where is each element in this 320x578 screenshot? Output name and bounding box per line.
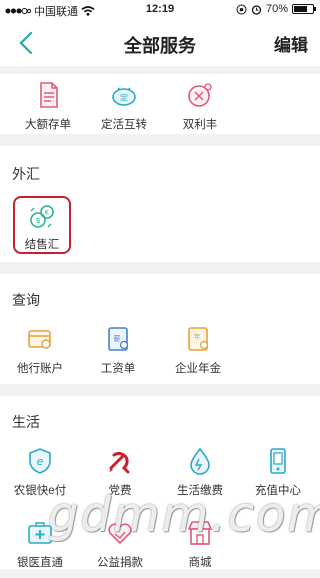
- service-topup-center[interactable]: 充值中心: [238, 440, 318, 506]
- service-payslip[interactable]: 薪 工资单: [78, 318, 158, 384]
- svg-text:€: €: [45, 209, 49, 217]
- service-label: 充值中心: [255, 485, 301, 497]
- svg-text:定: 定: [120, 93, 128, 103]
- service-label: 党费: [108, 485, 132, 497]
- annuity-doc-icon: 年: [188, 327, 209, 351]
- e-pay-shield-icon: e: [29, 448, 51, 474]
- service-label: 生活缴费: [177, 485, 223, 497]
- status-bar: 中国联通 12:19 70%: [0, 0, 320, 20]
- page-title: 全部服务: [124, 36, 196, 56]
- store-icon: [187, 521, 213, 545]
- nav-bar: 全部服务 编辑: [0, 20, 320, 66]
- service-medical-link[interactable]: 银医直通: [0, 512, 80, 578]
- service-party-fee[interactable]: 党费: [80, 440, 160, 506]
- svg-text:年: 年: [194, 332, 201, 341]
- medical-kit-icon: [28, 522, 52, 544]
- edit-button[interactable]: 编辑: [274, 31, 308, 56]
- service-fx-settlement[interactable]: $ € 结售汇: [13, 196, 71, 254]
- water-drop-icon: [190, 447, 210, 475]
- service-enterprise-annuity[interactable]: 年 企业年金: [158, 318, 238, 384]
- service-label: 双利丰: [182, 119, 218, 131]
- service-label: 大额存单: [25, 119, 71, 131]
- payslip-icon: 薪: [108, 327, 129, 351]
- status-right: 70%: [236, 3, 316, 15]
- orientation-lock-icon: [236, 4, 247, 14]
- service-fixed-current-transfer[interactable]: 定 定活互转: [84, 74, 164, 140]
- service-abc-epay[interactable]: e 农银快e付: [0, 440, 80, 506]
- piggy-bank-icon: 定: [112, 87, 136, 106]
- service-label: 工资单: [100, 363, 136, 375]
- section-title-life: 生活: [12, 414, 40, 430]
- section-title-query: 查询: [12, 292, 40, 308]
- svg-text:$: $: [35, 216, 40, 225]
- alarm-icon: [251, 4, 262, 15]
- bank-card-icon: [28, 330, 51, 349]
- service-label: 农银快e付: [13, 485, 67, 497]
- service-label: 定活互转: [101, 119, 147, 131]
- service-charity-donation[interactable]: 公益捐款: [80, 512, 160, 578]
- section-life: 生活 e 农银快e付 党费 生活缴费 充值中心 银医直通 公益捐款 商城: [0, 396, 320, 569]
- svg-text:e: e: [37, 455, 44, 468]
- phone-topup-icon: [270, 448, 286, 474]
- service-label: 公益捐款: [97, 557, 143, 569]
- service-label: 银医直通: [17, 557, 63, 569]
- service-label: 结售汇: [24, 239, 60, 251]
- heart-hands-icon: [108, 523, 132, 545]
- service-shuanglifeng[interactable]: 双利丰: [160, 74, 240, 140]
- service-label: 企业年金: [175, 363, 221, 375]
- section-forex: 外汇 $ € 结售汇: [0, 146, 320, 262]
- service-large-deposit[interactable]: 大额存单: [8, 74, 88, 140]
- battery-icon: [292, 4, 316, 14]
- service-utility-payment[interactable]: 生活缴费: [160, 440, 240, 506]
- section-deposit: 大额存单 定 定活互转 双利丰: [0, 74, 320, 134]
- party-emblem-icon: [109, 451, 130, 474]
- service-mall[interactable]: 商城: [160, 512, 240, 578]
- back-icon[interactable]: [16, 30, 38, 56]
- service-label: 他行账户: [17, 363, 63, 375]
- certificate-doc-icon: [40, 82, 58, 108]
- battery-percent: 70%: [265, 3, 288, 15]
- svg-text:薪: 薪: [114, 334, 121, 343]
- section-title-forex: 外汇: [12, 166, 40, 182]
- coin-icon: [188, 83, 212, 107]
- currency-exchange-icon: $ €: [30, 205, 54, 228]
- section-query: 查询 他行账户 薪 工资单 年 企业年金: [0, 274, 320, 384]
- service-label: 商城: [188, 557, 212, 569]
- service-other-bank-account[interactable]: 他行账户: [0, 318, 80, 384]
